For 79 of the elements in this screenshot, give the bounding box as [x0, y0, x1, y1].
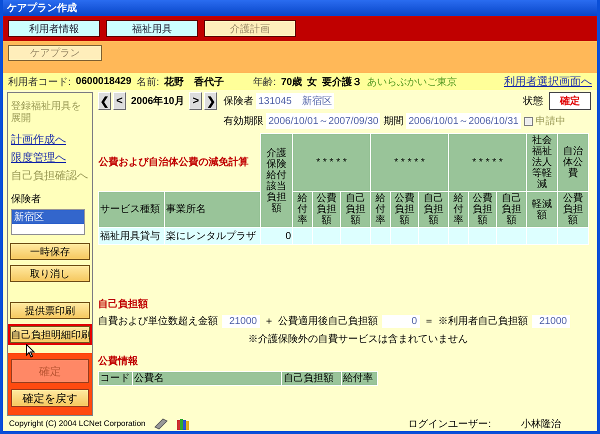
validity-label: 有効期限	[223, 114, 264, 128]
amount-field: 0	[382, 314, 420, 328]
print-button[interactable]: 提供票印刷	[10, 302, 90, 319]
column-header: 給付率	[370, 192, 391, 228]
column-header: 自己負担額	[496, 192, 527, 228]
books-icon[interactable]	[176, 418, 190, 430]
operator-sign: ＝	[424, 315, 434, 328]
month-label: 2006年10月	[130, 94, 186, 108]
sidebar-button[interactable]: 取り消し	[10, 265, 90, 282]
period-field: 2006/10/01～2006/10/31	[406, 113, 521, 129]
column-header: サービス種類	[98, 192, 164, 228]
amount-label: ※利用者自己負担額	[438, 314, 528, 328]
user-select-link[interactable]: 利用者選択画面へ	[504, 74, 592, 89]
copyright-text: Copyright (C) 2004 LCNet Corporation	[9, 419, 146, 428]
user-gender: 女	[307, 76, 318, 88]
office-name: あいらぶかいご東京	[367, 76, 458, 88]
status-value: 確定	[549, 92, 591, 110]
note-text: ※介護保険外の自費サービスは含まれていません	[248, 332, 469, 346]
column-header: 公費負担額	[390, 192, 419, 228]
login-user-label: ログインユーザー:	[408, 418, 491, 430]
period-label: 期間	[383, 114, 404, 128]
user-age: 70歳	[280, 76, 302, 88]
column-header: * * * * *	[292, 134, 371, 192]
tab[interactable]: 福祉用具	[106, 20, 198, 37]
user-code: 0600018429	[76, 76, 132, 87]
column-header: 自己負担額	[340, 192, 371, 228]
insurer-label: 保険者	[11, 192, 41, 206]
column-header: 事業所名	[164, 192, 260, 228]
operator-sign: ＋	[264, 315, 274, 328]
care-level: 要介護３	[322, 76, 362, 88]
section-title: 公費および自治体公費の減免計算	[98, 157, 248, 168]
table-cell: 0	[260, 228, 292, 244]
application-label: 申請中	[536, 114, 566, 128]
column-header: 給付率	[342, 372, 378, 386]
column-header: 公費負担額	[558, 192, 589, 228]
column-header: 自己負担額	[418, 192, 449, 228]
status-label: 状態	[523, 94, 543, 108]
application-checkbox[interactable]	[524, 116, 533, 126]
column-header: * * * * *	[448, 134, 527, 192]
age-label: 年齢:	[253, 76, 276, 88]
column-header: 介護保険給付該当負担額	[260, 134, 292, 228]
column-header: 公費名	[132, 372, 282, 386]
column-header: * * * * *	[370, 134, 449, 192]
next-button[interactable]: ❯	[204, 92, 218, 110]
validity-field: 2006/10/01～2007/09/30	[266, 113, 380, 129]
amount-field: 21000	[532, 314, 570, 328]
confirm-button[interactable]: 確定を戻す	[11, 389, 89, 407]
user-code-label: 利用者コード:	[8, 76, 71, 88]
mouse-cursor-icon	[26, 344, 35, 358]
column-header: 給付率	[448, 192, 469, 228]
insurer-listbox[interactable]: 新宿区	[11, 209, 85, 235]
column-header: 自己負担額	[282, 372, 342, 386]
user-name: 花野 香代子	[164, 76, 224, 88]
table-cell: 楽にレンタルプラザ	[164, 228, 260, 244]
amount-label: 自費および単位数超え金額	[98, 314, 218, 328]
sidebar-button[interactable]: 一時保存	[10, 243, 90, 260]
column-header: 公費負担額	[312, 192, 340, 228]
window-title: ケアプラン作成	[7, 1, 77, 15]
next-button[interactable]: >	[189, 92, 202, 110]
insurer-label: 保険者	[223, 94, 254, 108]
sidebar-link[interactable]: 限度管理へ	[11, 150, 66, 165]
amount-label: 公費適用後自己負担額	[278, 314, 378, 328]
previous-button[interactable]: <	[113, 92, 126, 110]
table-cell: 福祉用具貸与	[98, 228, 164, 244]
column-header: 軽減額	[526, 192, 558, 228]
insurer-field: 131045 新宿区	[256, 93, 334, 109]
column-header: コード	[98, 372, 132, 386]
section-title: 公費情報	[98, 354, 139, 368]
sidebar-link[interactable]: 計画作成へ	[11, 132, 66, 147]
tab[interactable]: 利用者情報	[8, 20, 100, 37]
amount-field: 21000	[222, 314, 260, 328]
column-header: 公費負担額	[468, 192, 497, 228]
name-label: 名前:	[136, 76, 160, 88]
previous-button[interactable]: ❮	[98, 92, 111, 110]
column-header: 自治体公費	[558, 134, 589, 192]
login-user-name: 小林隆治	[521, 418, 561, 430]
column-header: 給付率	[292, 192, 312, 228]
column-header: 社会福祉法人等軽減	[526, 134, 558, 192]
section-title: 自己負担額	[98, 298, 149, 311]
